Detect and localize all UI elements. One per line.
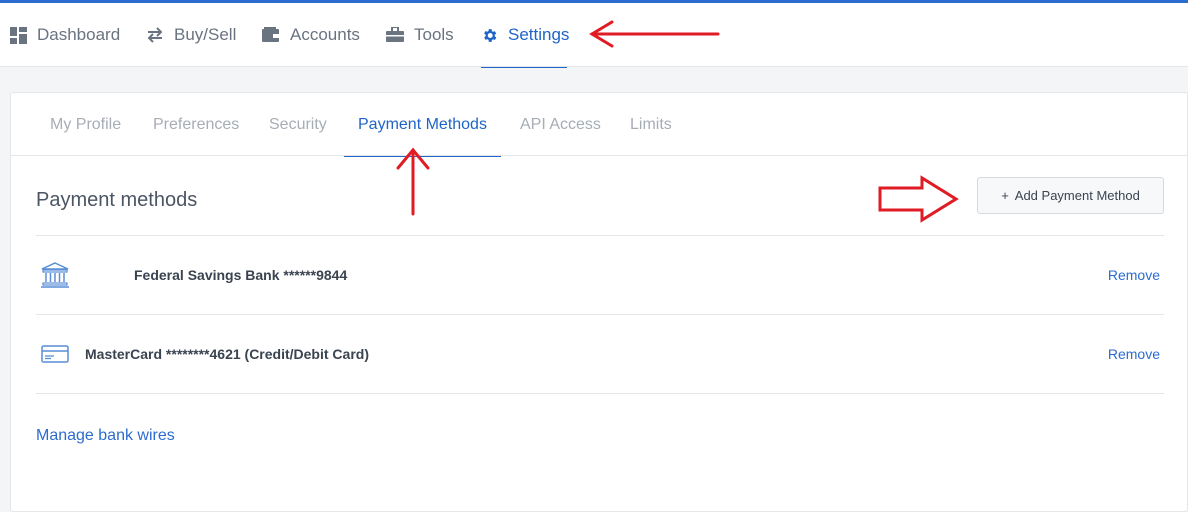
- add-payment-method-button[interactable]: + Add Payment Method: [977, 177, 1164, 214]
- credit-card-icon: [41, 345, 69, 363]
- tab-label: Preferences: [153, 115, 240, 133]
- divider: [36, 393, 1164, 394]
- remove-link[interactable]: Remove: [1108, 346, 1160, 362]
- nav-settings-label: Settings: [508, 25, 570, 44]
- manage-bank-wires-link[interactable]: Manage bank wires: [36, 427, 175, 445]
- tab-preferences[interactable]: Preferences: [153, 93, 239, 156]
- section-title: Payment methods: [36, 189, 198, 211]
- tab-label: API Access: [520, 115, 601, 133]
- tab-limits[interactable]: Limits: [630, 93, 672, 156]
- tab-payment-methods[interactable]: Payment Methods: [344, 93, 501, 157]
- tab-label: My Profile: [50, 115, 122, 133]
- nav-tools-label: Tools: [414, 25, 454, 44]
- nav-dashboard[interactable]: Dashboard: [9, 3, 120, 67]
- add-payment-method-label: Add Payment Method: [1014, 188, 1140, 203]
- briefcase-icon: [386, 26, 404, 44]
- nav-tools[interactable]: Tools: [386, 3, 454, 67]
- payment-method-label: Federal Savings Bank ******9844: [134, 267, 348, 283]
- tab-my-profile[interactable]: My Profile: [50, 93, 121, 156]
- nav-dashboard-label: Dashboard: [37, 25, 121, 44]
- payment-method-row-bank: Federal Savings Bank ******9844 Remove: [36, 236, 1164, 314]
- tab-api-access[interactable]: API Access: [520, 93, 601, 156]
- nav-settings[interactable]: Settings: [481, 3, 570, 68]
- gear-icon: [481, 26, 498, 44]
- payment-method-row-card: MasterCard ********4621 (Credit/Debit Ca…: [36, 315, 1164, 393]
- top-navigation: Dashboard Buy/Sell Accounts Tools Settin…: [0, 0, 1188, 68]
- wallet-icon: [262, 26, 280, 44]
- nav-buy-sell-label: Buy/Sell: [174, 25, 237, 44]
- nav-accounts[interactable]: Accounts: [262, 3, 360, 67]
- dashboard-icon: [9, 26, 27, 44]
- tab-label: Payment Methods: [358, 115, 487, 133]
- nav-buy-sell[interactable]: Buy/Sell: [146, 3, 236, 67]
- tab-security[interactable]: Security: [269, 93, 327, 156]
- tab-label: Security: [269, 115, 327, 133]
- payment-method-label: MasterCard ********4621 (Credit/Debit Ca…: [85, 346, 369, 362]
- tab-label: Limits: [630, 115, 672, 133]
- nav-accounts-label: Accounts: [290, 25, 360, 44]
- swap-arrows-icon: [146, 26, 164, 44]
- remove-link[interactable]: Remove: [1108, 267, 1160, 283]
- bank-icon: [41, 262, 69, 288]
- settings-card: My Profile Preferences Security Payment …: [10, 92, 1188, 512]
- settings-tabs: My Profile Preferences Security Payment …: [11, 93, 1187, 157]
- plus-icon: +: [1001, 188, 1009, 203]
